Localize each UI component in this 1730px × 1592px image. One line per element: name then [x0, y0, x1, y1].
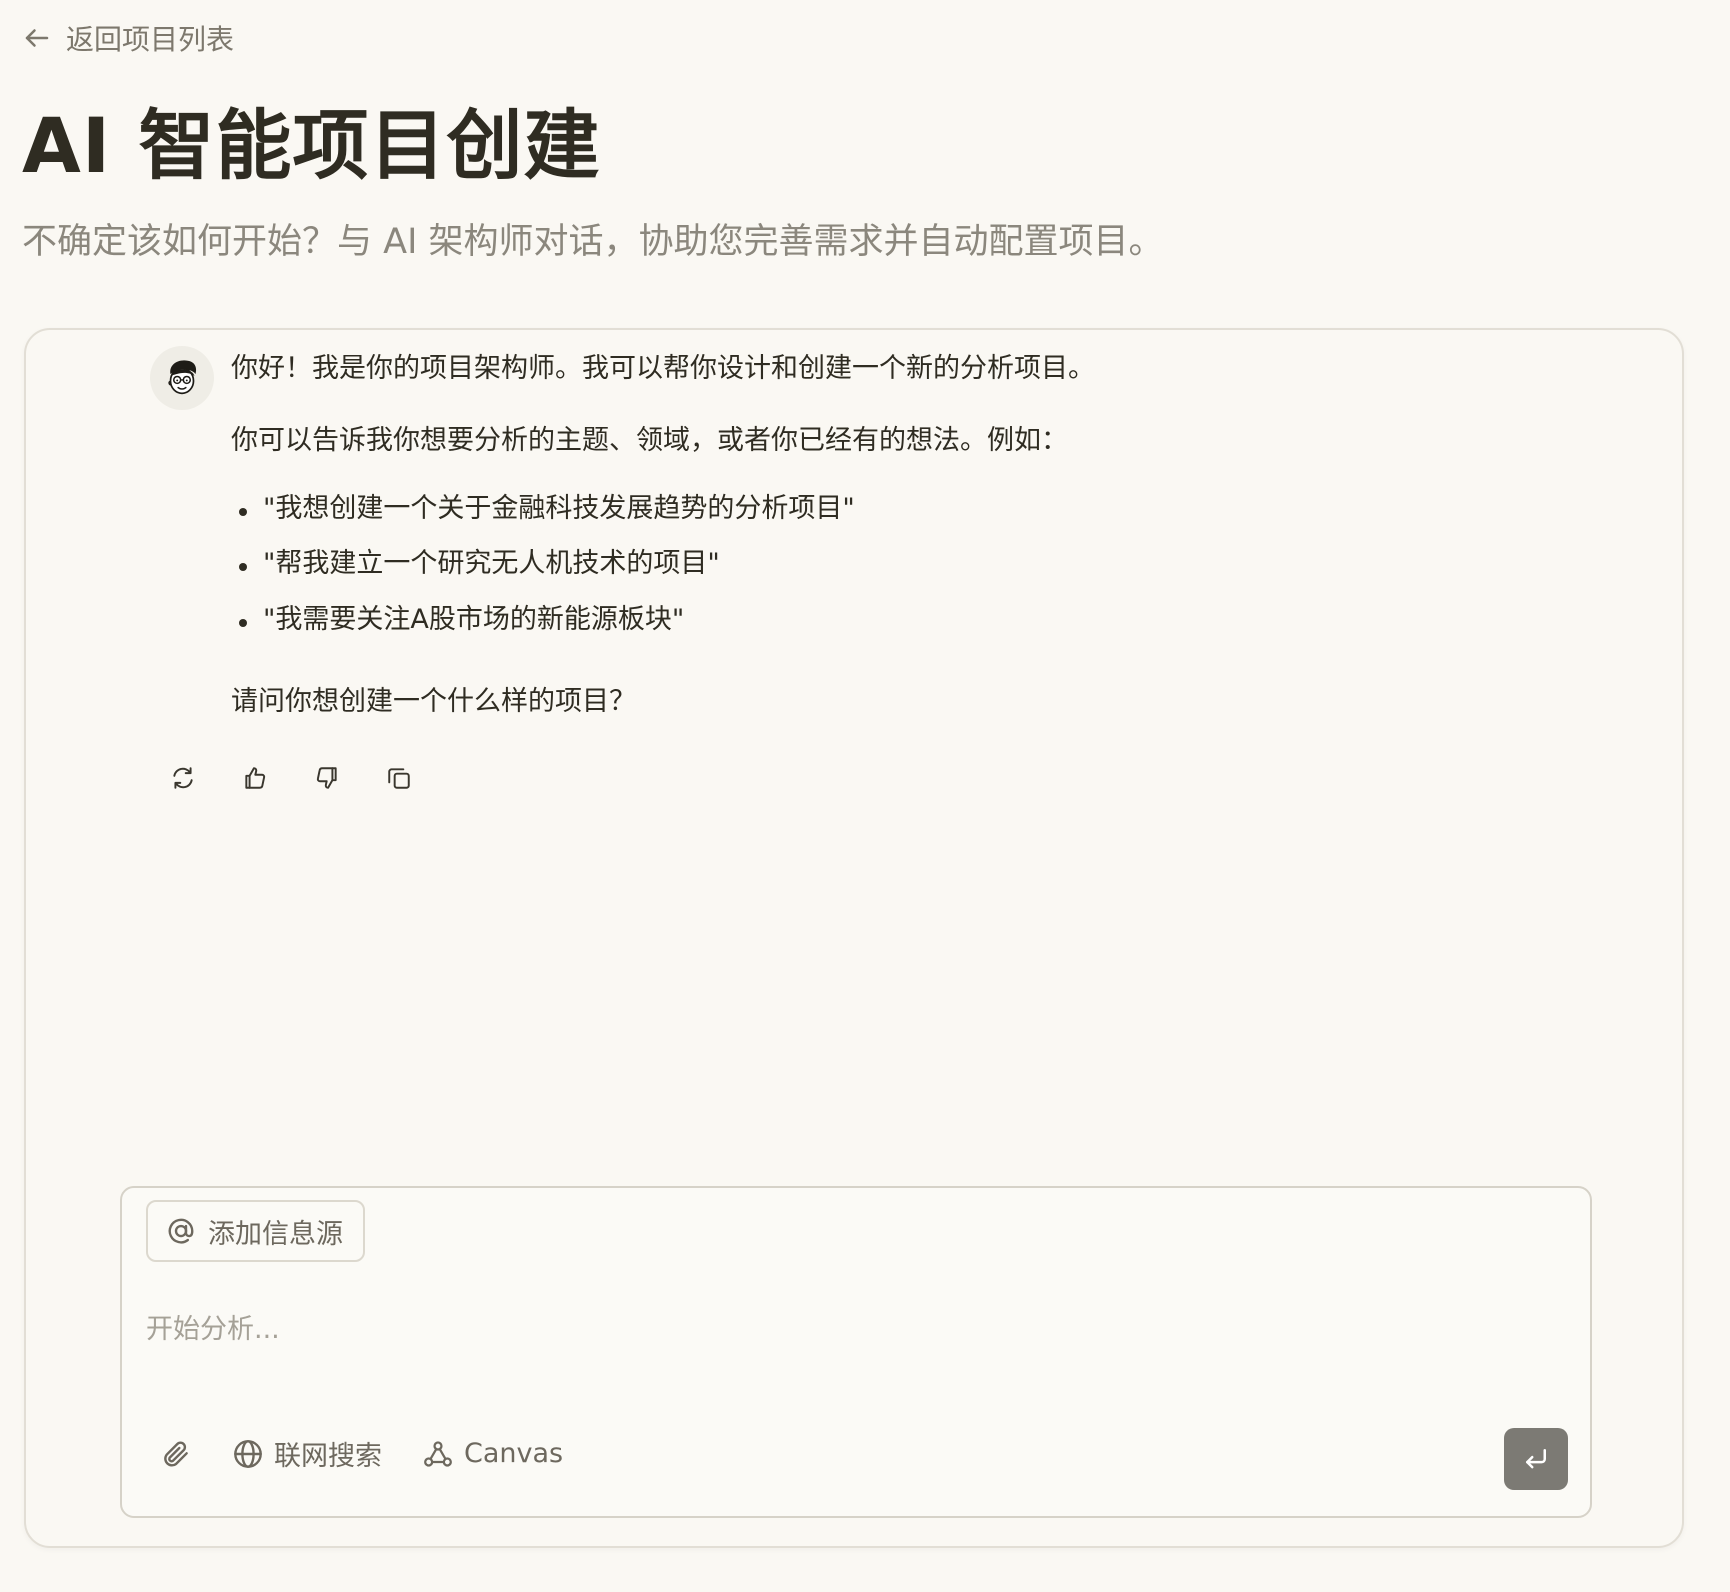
- regenerate-button[interactable]: [170, 765, 196, 791]
- paperclip-icon: [164, 1441, 188, 1467]
- page-subtitle: 不确定该如何开始？与 AI 架构师对话，协助您完善需求并自动配置项目。: [22, 222, 1164, 262]
- thumbs-down-icon: [316, 767, 337, 789]
- copy-icon: [388, 768, 410, 789]
- arrow-left-icon: [25, 29, 49, 47]
- at-sign-icon: [168, 1218, 194, 1244]
- dislike-button[interactable]: [314, 765, 340, 791]
- attach-button[interactable]: [160, 1438, 192, 1470]
- canvas-toggle[interactable]: Canvas: [422, 1438, 563, 1470]
- back-to-project-list-link[interactable]: 返回项目列表: [22, 18, 234, 58]
- copy-button[interactable]: [386, 765, 412, 791]
- thumbs-up-icon: [245, 767, 266, 789]
- page-title: AI 智能项目创建: [22, 101, 601, 190]
- list-item: "帮我建立一个研究无人机技术的项目": [231, 545, 1531, 583]
- page: 返回项目列表 AI 智能项目创建 不确定该如何开始？与 AI 架构师对话，协助您…: [0, 0, 1730, 1592]
- list-item: "我需要关注A股市场的新能源板块": [231, 601, 1531, 639]
- like-button[interactable]: [242, 765, 268, 791]
- canvas-label: Canvas: [464, 1438, 564, 1469]
- enter-icon: [1526, 1449, 1546, 1469]
- assistant-message: 你好！我是你的项目架构师。我可以帮你设计和创建一个新的分析项目。 你可以告诉我你…: [231, 350, 1531, 721]
- canvas-icon: [424, 1440, 452, 1467]
- message-question: 请问你想创建一个什么样的项目？: [231, 685, 636, 717]
- send-button[interactable]: [1504, 1428, 1568, 1490]
- chat-panel: 你好！我是你的项目架构师。我可以帮你设计和创建一个新的分析项目。 你可以告诉我你…: [24, 328, 1684, 1548]
- message-intro: 你可以告诉我你想要分析的主题、领域，或者你已经有的想法。例如：: [231, 424, 1068, 456]
- assistant-avatar: [150, 346, 214, 410]
- back-label: 返回项目列表: [66, 23, 235, 56]
- add-source-label: 添加信息源: [208, 1218, 343, 1250]
- example-list: "我想创建一个关于金融科技发展趋势的分析项目" "帮我建立一个研究无人机技术的项…: [231, 490, 1531, 639]
- message-greeting: 你好！我是你的项目架构师。我可以帮你设计和创建一个新的分析项目。: [231, 353, 1095, 384]
- chat-input[interactable]: [144, 1298, 1528, 1360]
- web-search-label: 联网搜索: [274, 1441, 382, 1472]
- list-item: "我想创建一个关于金融科技发展趋势的分析项目": [231, 490, 1531, 528]
- message-composer: 添加信息源 联网搜索: [120, 1186, 1592, 1518]
- globe-icon: [234, 1439, 262, 1468]
- add-source-button[interactable]: 添加信息源: [146, 1200, 365, 1262]
- composer-toolbar: 联网搜索 Canvas: [160, 1434, 563, 1473]
- architect-avatar-icon: [168, 360, 197, 395]
- refresh-icon: [173, 767, 193, 789]
- web-search-toggle[interactable]: 联网搜索: [232, 1434, 382, 1473]
- message-actions: [170, 765, 412, 791]
